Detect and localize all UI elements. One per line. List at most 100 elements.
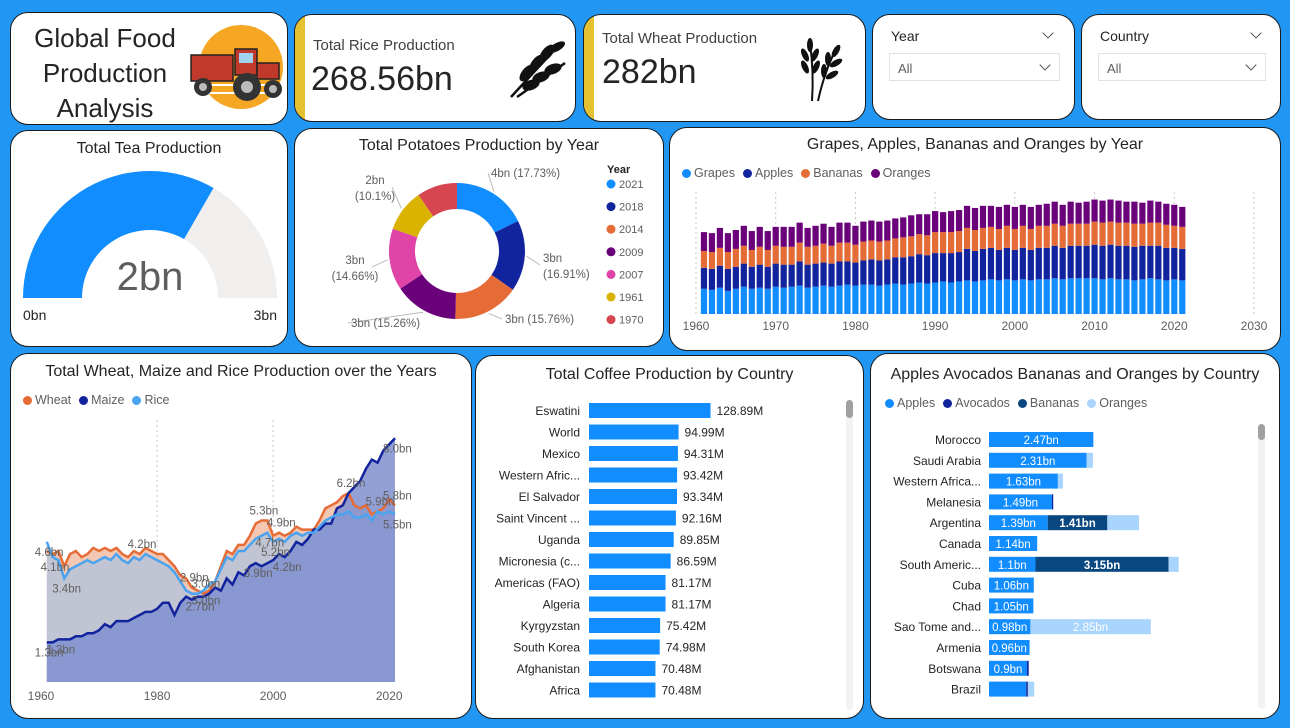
data-label: 1.49bn — [1003, 497, 1038, 509]
scrollbar[interactable] — [1258, 424, 1265, 709]
legend-item[interactable]: Apples — [743, 166, 793, 180]
year-slicer[interactable]: Year All — [872, 14, 1075, 120]
bar-segment — [796, 242, 803, 262]
bar-segment — [1171, 247, 1178, 280]
bar-segment — [1147, 278, 1154, 314]
bar-segment — [1059, 225, 1066, 248]
bar-segment — [1051, 494, 1054, 510]
bar-segment — [1107, 278, 1114, 314]
bar-segment — [700, 267, 708, 289]
chevron-down-icon[interactable] — [1042, 27, 1054, 39]
bar-segment — [908, 215, 915, 237]
bar-segment — [796, 285, 803, 314]
bar-segment — [708, 252, 716, 269]
scrollbar-thumb[interactable] — [846, 400, 853, 418]
potatoes-donut-chart: 4bn (17.73%) 3bn (16.91%) 3bn (15.76%) 3bn (… — [332, 164, 644, 330]
bar-segment — [916, 214, 923, 235]
bar-segment — [1011, 206, 1018, 229]
bar-segment — [1123, 245, 1130, 280]
scrollbar[interactable] — [846, 400, 853, 710]
bar-segment — [732, 230, 739, 249]
legend-dot-icon — [606, 202, 616, 212]
bar-segment — [892, 238, 899, 258]
bar-segment — [1107, 221, 1114, 245]
bar-segment — [1083, 245, 1090, 279]
kpi-wheat-card: Total Wheat Production 282bn — [583, 14, 866, 122]
bar — [589, 467, 678, 483]
bar-segment — [1179, 280, 1186, 314]
bar-segment — [916, 254, 923, 283]
bar-segment — [932, 282, 939, 314]
chevron-down-icon[interactable] — [1250, 27, 1262, 39]
bar-segment — [1083, 223, 1090, 246]
bar-segment — [876, 285, 883, 314]
bar-segment — [732, 288, 739, 314]
y-tick-label: South Korea — [513, 641, 580, 655]
bar — [589, 682, 656, 698]
bar-segment — [947, 282, 955, 314]
bar-segment — [900, 237, 907, 258]
bar-segment — [788, 226, 795, 247]
bar-segment — [828, 263, 835, 287]
donut-slice — [457, 183, 519, 233]
bar-segment — [963, 280, 971, 314]
chevron-down-icon[interactable] — [1039, 59, 1051, 71]
legend-item[interactable]: Oranges — [870, 166, 931, 180]
legend-item[interactable]: Maize — [79, 393, 124, 407]
bar-segment — [884, 259, 891, 285]
bar-segment — [1099, 245, 1106, 280]
bar-segment — [900, 284, 907, 314]
y-tick-label: Kyrgyzstan — [521, 619, 580, 633]
x-tick-label: 2000 — [1002, 319, 1029, 333]
bar-segment — [788, 286, 795, 314]
legend-item[interactable]: Rice — [132, 393, 170, 407]
y-tick-label: Morocco — [935, 433, 981, 447]
bar-segment — [716, 247, 724, 266]
bar-segment — [1155, 279, 1162, 314]
country-dropdown[interactable]: All — [1098, 53, 1266, 81]
donut-data-label: 4bn (17.73%) — [491, 168, 560, 180]
y-tick-label: Eswatini — [535, 404, 580, 418]
bar-segment — [963, 205, 971, 228]
bar-segment — [740, 263, 747, 287]
bar-segment — [1003, 279, 1010, 314]
y-tick-label: World — [549, 426, 580, 440]
legend-item[interactable]: Wheat — [23, 393, 71, 407]
year-dropdown[interactable]: All — [889, 53, 1060, 81]
legend-item[interactable]: Avocados — [943, 396, 1010, 410]
bar-segment — [1027, 660, 1029, 676]
legend-dot-icon — [743, 169, 752, 178]
chevron-down-icon[interactable] — [1245, 59, 1257, 71]
legend-item[interactable]: Apples — [885, 396, 935, 410]
bar-segment — [844, 222, 851, 243]
legend-label: Bananas — [1029, 396, 1080, 410]
legend-label: Oranges — [882, 166, 931, 180]
scrollbar-thumb[interactable] — [1258, 424, 1265, 440]
bar-segment — [876, 241, 883, 261]
legend-item[interactable]: Bananas — [1017, 396, 1080, 410]
bar-segment — [860, 260, 867, 285]
bar-segment — [1179, 248, 1186, 281]
country-slicer[interactable]: Country All — [1081, 14, 1281, 120]
data-label: 75.42M — [666, 619, 706, 633]
bar-segment — [940, 212, 947, 233]
bar-segment — [820, 262, 827, 286]
legend-item[interactable]: Oranges — [1087, 396, 1147, 410]
data-label: 2.85bn — [1073, 622, 1108, 634]
data-label: 94.99M — [685, 426, 725, 440]
data-label: 92.16M — [682, 512, 722, 526]
bar-segment — [1059, 247, 1066, 280]
y-tick-label: South Americ... — [900, 558, 981, 572]
tractor-logo-icon — [190, 25, 283, 109]
bar-segment — [740, 286, 747, 314]
legend-item[interactable]: Bananas — [801, 166, 863, 180]
legend-label: Maize — [91, 393, 125, 407]
data-label: 0.96bn — [992, 643, 1027, 655]
country-slicer-title: Country — [1100, 28, 1150, 44]
bar — [589, 575, 666, 590]
bar-segment — [1011, 249, 1018, 281]
legend-item[interactable]: Grapes — [682, 166, 735, 180]
x-tick-label: 1960 — [683, 319, 710, 333]
bar-segment — [804, 264, 811, 288]
bar-segment — [1139, 279, 1146, 314]
